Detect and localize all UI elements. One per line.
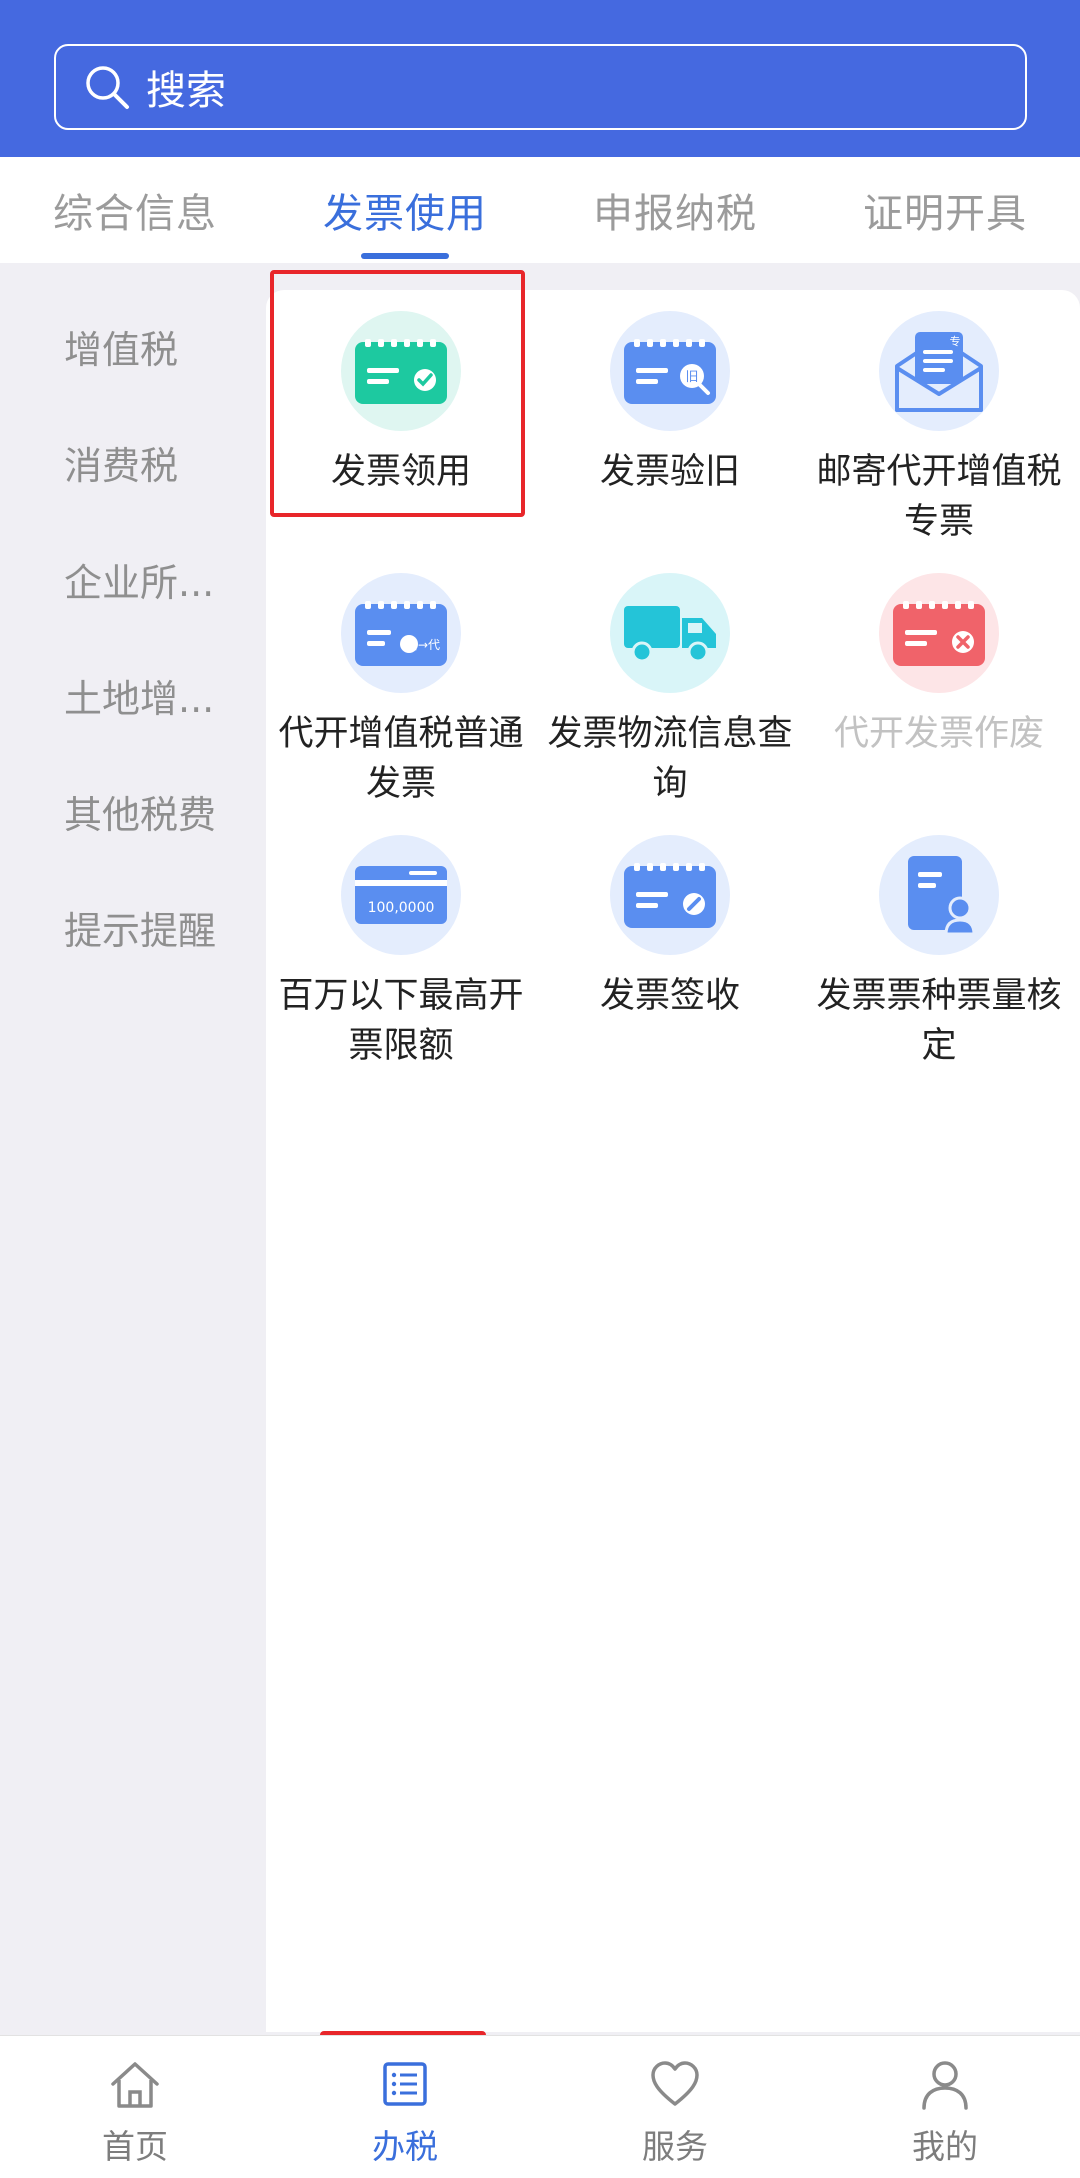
tab-invoice-use[interactable]: 发票使用 xyxy=(270,157,540,263)
nav-label: 办税 xyxy=(372,2127,438,2166)
grid-item-label: 发票票种票量核定 xyxy=(816,976,1062,1066)
service-grid-panel xyxy=(266,290,1080,2032)
grid-item-mail-vat-special[interactable]: 专 邮寄代开增值税专票 xyxy=(805,311,1073,547)
card-limit-icon: 100,0000 xyxy=(341,835,461,955)
bottom-nav: 首页 办税 服务 我的 xyxy=(0,2035,1080,2178)
sidebar-item-consumption-tax[interactable]: 消费税 xyxy=(64,436,178,496)
grid-item-label: 代开增值税普通发票 xyxy=(278,714,524,804)
sidebar-item-reminders[interactable]: 提示提醒 xyxy=(64,901,216,961)
tab-certificates[interactable]: 证明开具 xyxy=(810,157,1080,263)
search-input[interactable]: 搜索 xyxy=(54,44,1027,130)
invoice-verify-old-icon: 旧 xyxy=(610,311,730,431)
nav-label: 服务 xyxy=(642,2127,708,2166)
grid-item-label: 发票物流信息查询 xyxy=(547,714,793,804)
nav-services[interactable]: 服务 xyxy=(540,2036,810,2178)
nav-tax[interactable]: 办税 xyxy=(270,2036,540,2178)
grid-item-proxy-invoice-void[interactable]: 代开发票作废 xyxy=(805,573,1073,759)
tax-list-icon xyxy=(383,2062,427,2106)
sidebar-item-other-taxes[interactable]: 其他税费 xyxy=(64,785,216,845)
svg-text:旧: 旧 xyxy=(685,370,698,385)
grid-item-invoice-logistics[interactable]: 发票物流信息查询 xyxy=(536,573,804,809)
category-tabs: 综合信息 发票使用 申报纳税 证明开具 xyxy=(0,157,1080,263)
nav-label: 我的 xyxy=(912,2127,978,2166)
tab-general-info[interactable]: 综合信息 xyxy=(0,157,270,263)
document-stamp-icon xyxy=(879,835,999,955)
grid-item-label: 邮寄代开增值税专票 xyxy=(816,452,1062,542)
search-placeholder: 搜索 xyxy=(146,68,226,114)
sidebar-item-land-appreciation-tax[interactable]: 土地增... xyxy=(64,669,214,729)
grid-item-label-disabled: 代开发票作废 xyxy=(833,714,1044,754)
heart-icon xyxy=(651,2061,699,2106)
grid-item-label: 百万以下最高开票限额 xyxy=(278,976,524,1066)
invoice-void-icon xyxy=(879,573,999,693)
grid-item-label: 发票验旧 xyxy=(599,452,740,492)
svg-text:专: 专 xyxy=(950,334,961,348)
delivery-truck-icon xyxy=(610,573,730,693)
nav-mine[interactable]: 我的 xyxy=(810,2036,1080,2178)
home-icon xyxy=(111,2062,159,2108)
mail-envelope-icon: 专 xyxy=(879,311,999,431)
sidebar-item-vat[interactable]: 增值税 xyxy=(64,320,178,380)
nav-label: 首页 xyxy=(102,2127,168,2166)
header-bar: 搜索 xyxy=(0,0,1080,157)
grid-item-invoice-verify-old[interactable]: 旧 发票验旧 xyxy=(536,311,804,497)
user-icon xyxy=(922,2061,968,2110)
nav-home[interactable]: 首页 xyxy=(0,2036,270,2178)
grid-item-invoice-type-quota[interactable]: 发票票种票量核定 xyxy=(805,835,1073,1071)
svg-text:增→代: 增→代 xyxy=(406,638,440,652)
grid-item-label: 发票签收 xyxy=(599,976,740,1016)
invoice-proxy-icon: 增→代 xyxy=(341,573,461,693)
invoice-sign-icon xyxy=(610,835,730,955)
tax-type-sidebar: 增值税 消费税 企业所... 土地增... 其他税费 提示提醒 xyxy=(0,263,266,2035)
grid-item-invoice-limit[interactable]: 100,0000 百万以下最高开票限额 xyxy=(267,835,535,1071)
sidebar-item-corporate-income-tax[interactable]: 企业所... xyxy=(64,553,214,613)
grid-item-invoice-sign[interactable]: 发票签收 xyxy=(536,835,804,1021)
svg-text:100,0000: 100,0000 xyxy=(368,900,435,916)
highlight-frame-invoice-collection xyxy=(270,270,525,517)
search-icon xyxy=(86,66,129,109)
grid-item-proxy-vat-normal[interactable]: 增→代 代开增值税普通发票 xyxy=(267,573,535,809)
tab-tax-filing[interactable]: 申报纳税 xyxy=(540,157,810,263)
